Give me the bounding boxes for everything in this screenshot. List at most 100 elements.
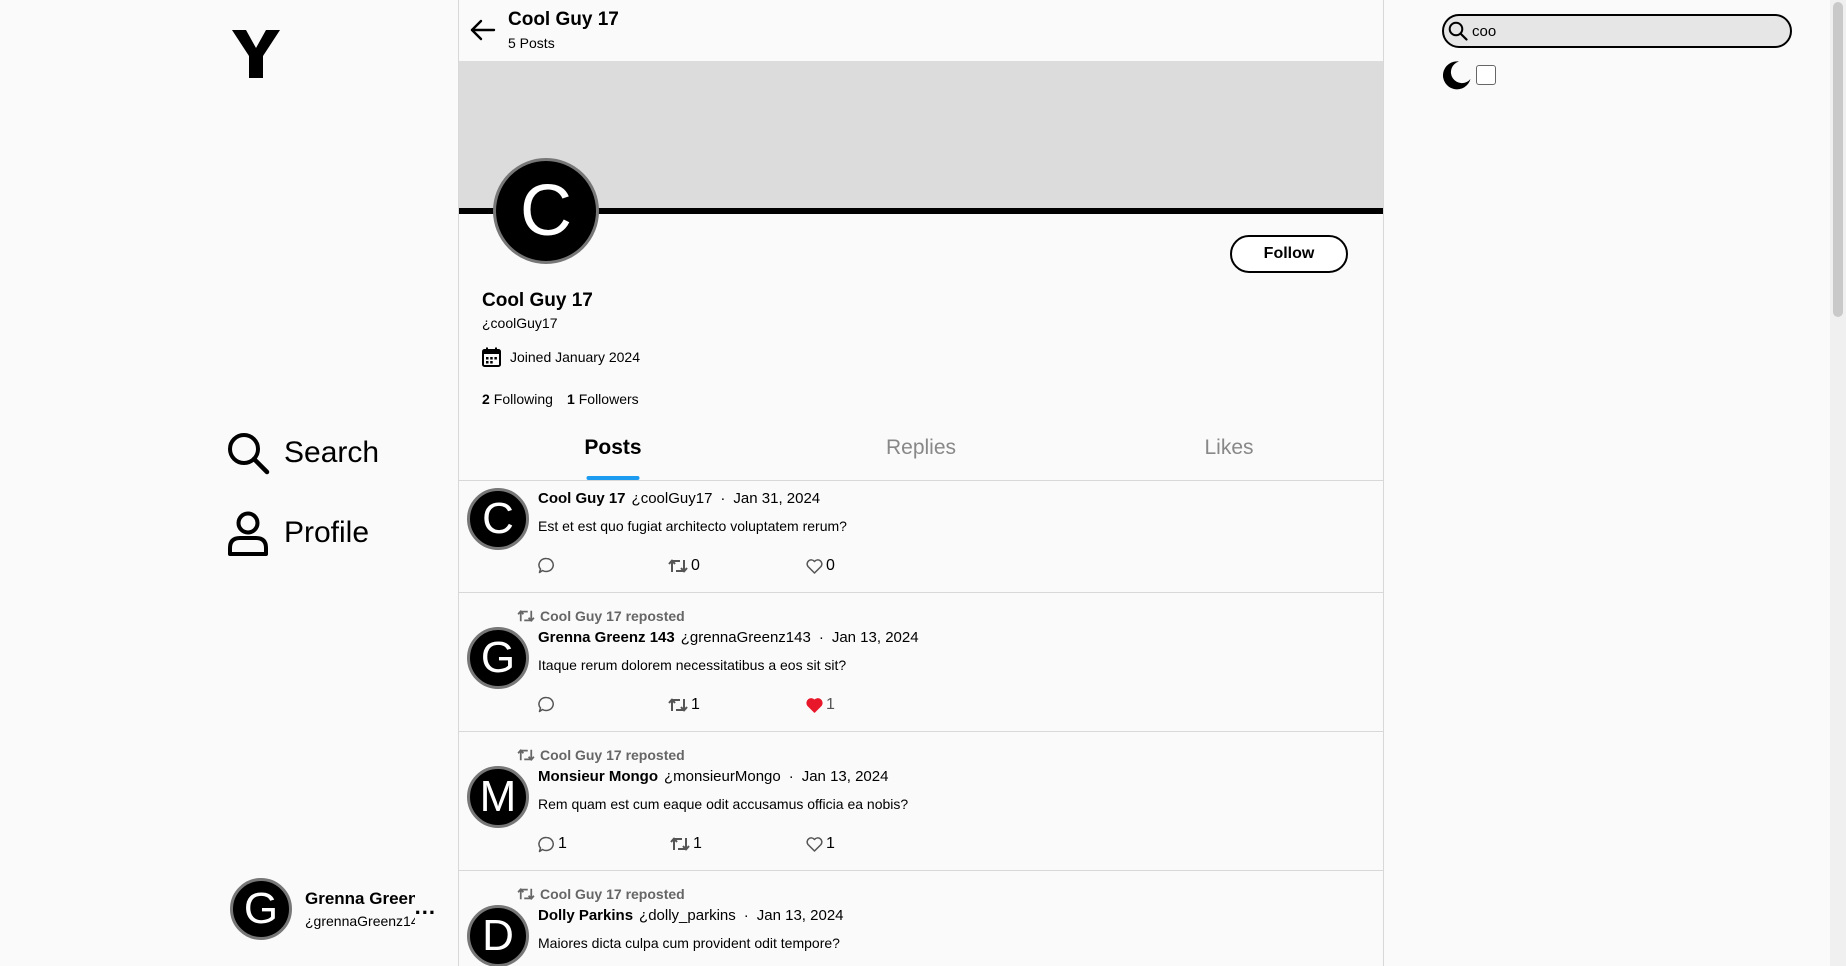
user-icon xyxy=(226,510,270,556)
post-header: Grenna Greenz 143 ¿grennaGreenz143 · Jan 13… xyxy=(538,629,919,646)
repost-icon xyxy=(668,559,688,573)
nav-search[interactable]: Search xyxy=(226,430,379,476)
back-arrow-icon[interactable] xyxy=(469,16,497,44)
like-button[interactable]: 1 xyxy=(806,835,835,853)
heart-icon xyxy=(806,836,823,852)
repost-indicator: Cool Guy 17 reposted xyxy=(517,886,685,902)
post-item[interactable]: Cool Guy 17 reposted D Dolly Parkins ¿dol… xyxy=(459,871,1383,966)
repost-button[interactable]: 0 xyxy=(668,557,700,575)
heart-filled-icon xyxy=(806,697,823,713)
post-date: Jan 13, 2024 xyxy=(831,629,919,646)
separator-dot: · xyxy=(743,907,749,924)
followers-count: 1 xyxy=(566,391,575,407)
profile-joined: Joined January 2024 xyxy=(482,347,640,367)
like-count: 0 xyxy=(826,557,835,574)
post-avatar[interactable]: M xyxy=(467,766,529,828)
post-date: Jan 13, 2024 xyxy=(801,768,889,785)
following-link[interactable]: 2 Following xyxy=(482,391,553,407)
post-author-handle: ¿grennaGreenz143 xyxy=(680,629,811,646)
profile-header: Cool Guy 17 5 Posts xyxy=(459,0,1383,61)
account-avatar: G xyxy=(230,878,292,940)
post-header: Dolly Parkins ¿dolly_parkins · Jan 13, 2024 xyxy=(538,907,844,924)
scrollbar-thumb[interactable] xyxy=(1833,2,1843,317)
nav-search-label: Search xyxy=(284,436,380,469)
post-avatar[interactable]: G xyxy=(467,627,529,689)
account-switcher[interactable]: G Grenna Greenz 143 ¿grennaGreenz143 ... xyxy=(230,876,440,942)
reply-button[interactable] xyxy=(538,557,558,574)
scrollbar[interactable] xyxy=(1830,0,1846,966)
nav-profile[interactable]: Profile xyxy=(226,510,369,556)
repost-by-text: Cool Guy 17 reposted xyxy=(540,608,685,624)
repost-by-text: Cool Guy 17 reposted xyxy=(540,886,685,902)
post-author-handle: ¿coolGuy17 xyxy=(631,490,713,507)
follow-button[interactable]: Follow xyxy=(1230,235,1348,273)
profile-tabs: Posts Replies Likes xyxy=(459,420,1383,481)
header-title: Cool Guy 17 xyxy=(508,9,619,30)
post-item[interactable]: Cool Guy 17 reposted G Grenna Greenz 143… xyxy=(459,593,1383,732)
post-author-name[interactable]: Dolly Parkins xyxy=(538,907,633,924)
post-text: Maiores dicta culpa cum provident odit t… xyxy=(538,935,840,951)
separator-dot: · xyxy=(720,490,726,507)
header-post-count: 5 Posts xyxy=(508,35,555,51)
like-count: 1 xyxy=(826,835,835,852)
left-sidebar: Search Profile G Grenna Greenz 143 ¿gren… xyxy=(0,0,459,966)
repost-count: 0 xyxy=(691,557,700,574)
account-handle: ¿grennaGreenz143 xyxy=(305,913,415,929)
separator-dot: · xyxy=(788,768,794,785)
dark-mode-checkbox[interactable] xyxy=(1476,65,1496,85)
search-input[interactable] xyxy=(1472,22,1772,40)
comment-icon xyxy=(538,557,554,574)
repost-icon xyxy=(668,698,688,712)
post-author-name[interactable]: Grenna Greenz 143 xyxy=(538,629,675,646)
profile-banner xyxy=(459,61,1383,211)
post-author-name[interactable]: Cool Guy 17 xyxy=(538,490,626,507)
search-icon xyxy=(1448,21,1468,41)
theme-toggle-row xyxy=(1442,60,1496,90)
profile-avatar: C xyxy=(493,158,599,264)
post-author-handle: ¿dolly_parkins xyxy=(639,907,736,924)
followers-label: Followers xyxy=(578,391,639,407)
reply-button[interactable]: 1 xyxy=(538,835,567,853)
profile-main: Cool Guy 17 5 Posts C Follow Cool Guy 17… xyxy=(459,0,1384,966)
repost-button[interactable]: 1 xyxy=(670,835,702,853)
comment-icon xyxy=(538,696,554,713)
reply-count: 1 xyxy=(558,835,567,852)
app-logo[interactable] xyxy=(230,26,282,82)
post-header: Cool Guy 17 ¿coolGuy17 · Jan 31, 2024 xyxy=(538,490,820,507)
repost-button[interactable]: 1 xyxy=(668,696,700,714)
like-button[interactable]: 1 xyxy=(806,696,835,714)
post-avatar[interactable]: D xyxy=(467,905,529,966)
tab-likes[interactable]: Likes xyxy=(1075,420,1383,480)
comment-icon xyxy=(538,836,554,852)
post-date: Jan 31, 2024 xyxy=(733,490,821,507)
post-avatar[interactable]: C xyxy=(467,488,529,550)
reply-button[interactable] xyxy=(538,696,558,713)
search-icon xyxy=(226,430,270,476)
post-text: Est et est quo fugiat architecto volupta… xyxy=(538,518,847,534)
like-button[interactable]: 0 xyxy=(806,557,835,575)
account-name: Grenna Greenz 143 xyxy=(305,889,415,908)
post-item[interactable]: C Cool Guy 17 ¿coolGuy17 · Jan 31, 2024 Est… xyxy=(459,482,1383,593)
more-icon[interactable]: ... xyxy=(415,894,436,920)
right-sidebar xyxy=(1384,0,1830,966)
profile-name: Cool Guy 17 xyxy=(482,290,593,311)
post-author-name[interactable]: Monsieur Mongo xyxy=(538,768,658,785)
post-feed: C Cool Guy 17 ¿coolGuy17 · Jan 31, 2024 Est… xyxy=(459,482,1383,966)
repost-icon xyxy=(517,610,535,622)
nav-profile-label: Profile xyxy=(284,516,370,549)
repost-icon xyxy=(517,888,535,900)
following-count: 2 xyxy=(482,391,490,407)
tab-replies[interactable]: Replies xyxy=(767,420,1075,480)
profile-stats: 2 Following 1 Followers xyxy=(482,391,653,407)
separator-dot: · xyxy=(818,629,824,646)
account-text: Grenna Greenz 143 ¿grennaGreenz143 xyxy=(305,889,415,929)
following-label: Following xyxy=(493,391,553,407)
tab-posts[interactable]: Posts xyxy=(459,420,767,480)
repost-count: 1 xyxy=(691,696,700,713)
profile-handle: ¿coolGuy17 xyxy=(482,315,558,331)
post-item[interactable]: Cool Guy 17 reposted M Monsieur Mongo ¿mo… xyxy=(459,732,1383,871)
post-author-handle: ¿monsieurMongo xyxy=(664,768,781,785)
followers-link[interactable]: 1 Followers xyxy=(567,391,639,407)
search-box[interactable] xyxy=(1442,14,1792,48)
repost-icon xyxy=(670,837,690,851)
